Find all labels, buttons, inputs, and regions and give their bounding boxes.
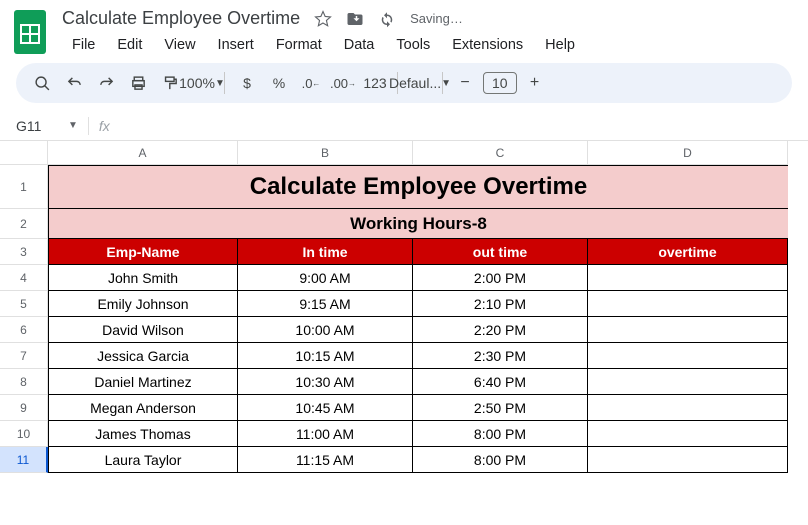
cloud-status-icon[interactable] bbox=[378, 10, 396, 28]
cell-4-d[interactable] bbox=[588, 265, 788, 291]
menu-bar: File Edit View Insert Format Data Tools … bbox=[58, 29, 796, 63]
header-empname[interactable]: Emp-Name bbox=[48, 239, 238, 265]
cell-4-c[interactable]: 2:00 PM bbox=[413, 265, 588, 291]
row-header-11[interactable]: 11 bbox=[0, 447, 48, 473]
name-box-row: G11 ▼ fx bbox=[0, 111, 808, 141]
menu-edit[interactable]: Edit bbox=[107, 33, 152, 57]
col-header-c[interactable]: C bbox=[413, 141, 588, 165]
cell-7-a[interactable]: Jessica Garcia bbox=[48, 343, 238, 369]
cell-9-c[interactable]: 2:50 PM bbox=[413, 395, 588, 421]
col-header-a[interactable]: A bbox=[48, 141, 238, 165]
currency-button[interactable]: $ bbox=[233, 69, 261, 97]
cell-4-b[interactable]: 9:00 AM bbox=[238, 265, 413, 291]
sheet-title[interactable]: Calculate Employee Overtime bbox=[48, 165, 788, 209]
print-icon[interactable] bbox=[124, 69, 152, 97]
cell-10-b[interactable]: 11:00 AM bbox=[238, 421, 413, 447]
doc-title[interactable]: Calculate Employee Overtime bbox=[62, 8, 300, 29]
row-header-5[interactable]: 5 bbox=[0, 291, 48, 317]
row-header-9[interactable]: 9 bbox=[0, 395, 48, 421]
more-formats-button[interactable]: 123 bbox=[361, 69, 389, 97]
menu-data[interactable]: Data bbox=[334, 33, 385, 57]
cell-5-a[interactable]: Emily Johnson bbox=[48, 291, 238, 317]
menu-extensions[interactable]: Extensions bbox=[442, 33, 533, 57]
row-header-3[interactable]: 3 bbox=[0, 239, 48, 265]
increase-decimal-button[interactable]: .00→ bbox=[329, 69, 357, 97]
cell-7-b[interactable]: 10:15 AM bbox=[238, 343, 413, 369]
menu-file[interactable]: File bbox=[62, 33, 105, 57]
save-status: Saving… bbox=[410, 11, 463, 26]
cell-6-a[interactable]: David Wilson bbox=[48, 317, 238, 343]
select-all-corner[interactable] bbox=[0, 141, 48, 165]
col-header-d[interactable]: D bbox=[588, 141, 788, 165]
menu-view[interactable]: View bbox=[154, 33, 205, 57]
cell-8-b[interactable]: 10:30 AM bbox=[238, 369, 413, 395]
cell-7-c[interactable]: 2:30 PM bbox=[413, 343, 588, 369]
font-select[interactable]: Defaul... ▼ bbox=[406, 69, 434, 97]
cell-4-a[interactable]: John Smith bbox=[48, 265, 238, 291]
redo-icon[interactable] bbox=[92, 69, 120, 97]
cell-7-d[interactable] bbox=[588, 343, 788, 369]
row-header-10[interactable]: 10 bbox=[0, 421, 48, 447]
cell-6-c[interactable]: 2:20 PM bbox=[413, 317, 588, 343]
column-headers: A B C D bbox=[0, 141, 808, 165]
grid: 1 2 3 4 5 6 7 8 9 10 11 Calculate Employ… bbox=[0, 165, 808, 525]
cell-8-c[interactable]: 6:40 PM bbox=[413, 369, 588, 395]
cell-9-d[interactable] bbox=[588, 395, 788, 421]
toolbar: 100% ▼ $ % .0← .00→ 123 Defaul... ▼ − 10… bbox=[16, 63, 792, 103]
zoom-select[interactable]: 100% ▼ bbox=[188, 69, 216, 97]
header: Calculate Employee Overtime Saving… File… bbox=[0, 0, 808, 63]
sheets-logo[interactable] bbox=[12, 8, 48, 56]
undo-icon[interactable] bbox=[60, 69, 88, 97]
cell-9-b[interactable]: 10:45 AM bbox=[238, 395, 413, 421]
cell-5-b[interactable]: 9:15 AM bbox=[238, 291, 413, 317]
move-folder-icon[interactable] bbox=[346, 10, 364, 28]
cell-11-b[interactable]: 11:15 AM bbox=[238, 447, 413, 473]
row-header-2[interactable]: 2 bbox=[0, 209, 48, 239]
decrease-decimal-button[interactable]: .0← bbox=[297, 69, 325, 97]
cell-8-a[interactable]: Daniel Martinez bbox=[48, 369, 238, 395]
row-header-4[interactable]: 4 bbox=[0, 265, 48, 291]
cell-10-d[interactable] bbox=[588, 421, 788, 447]
cell-10-c[interactable]: 8:00 PM bbox=[413, 421, 588, 447]
row-header-7[interactable]: 7 bbox=[0, 343, 48, 369]
row-header-8[interactable]: 8 bbox=[0, 369, 48, 395]
row-header-1[interactable]: 1 bbox=[0, 165, 48, 209]
header-intime[interactable]: In time bbox=[238, 239, 413, 265]
cell-6-b[interactable]: 10:00 AM bbox=[238, 317, 413, 343]
cell-11-a[interactable]: Laura Taylor bbox=[48, 447, 238, 473]
sheet-subtitle[interactable]: Working Hours-8 bbox=[48, 209, 788, 239]
row-header-6[interactable]: 6 bbox=[0, 317, 48, 343]
cell-6-d[interactable] bbox=[588, 317, 788, 343]
header-overtime[interactable]: overtime bbox=[588, 239, 788, 265]
percent-button[interactable]: % bbox=[265, 69, 293, 97]
font-size-input[interactable]: 10 bbox=[483, 72, 517, 94]
name-box[interactable]: G11 bbox=[8, 118, 58, 134]
cell-9-a[interactable]: Megan Anderson bbox=[48, 395, 238, 421]
menu-format[interactable]: Format bbox=[266, 33, 332, 57]
name-box-dropdown-icon[interactable]: ▼ bbox=[68, 120, 78, 131]
menu-insert[interactable]: Insert bbox=[208, 33, 264, 57]
cell-10-a[interactable]: James Thomas bbox=[48, 421, 238, 447]
cell-5-d[interactable] bbox=[588, 291, 788, 317]
cell-11-d[interactable] bbox=[588, 447, 788, 473]
font-size-decrease[interactable]: − bbox=[451, 69, 479, 97]
search-icon[interactable] bbox=[28, 69, 56, 97]
menu-help[interactable]: Help bbox=[535, 33, 585, 57]
menu-tools[interactable]: Tools bbox=[386, 33, 440, 57]
cell-5-c[interactable]: 2:10 PM bbox=[413, 291, 588, 317]
cell-8-d[interactable] bbox=[588, 369, 788, 395]
font-size-increase[interactable]: + bbox=[521, 69, 549, 97]
star-icon[interactable] bbox=[314, 10, 332, 28]
col-header-b[interactable]: B bbox=[238, 141, 413, 165]
cell-11-c[interactable]: 8:00 PM bbox=[413, 447, 588, 473]
header-outtime[interactable]: out time bbox=[413, 239, 588, 265]
fx-icon: fx bbox=[99, 118, 110, 134]
